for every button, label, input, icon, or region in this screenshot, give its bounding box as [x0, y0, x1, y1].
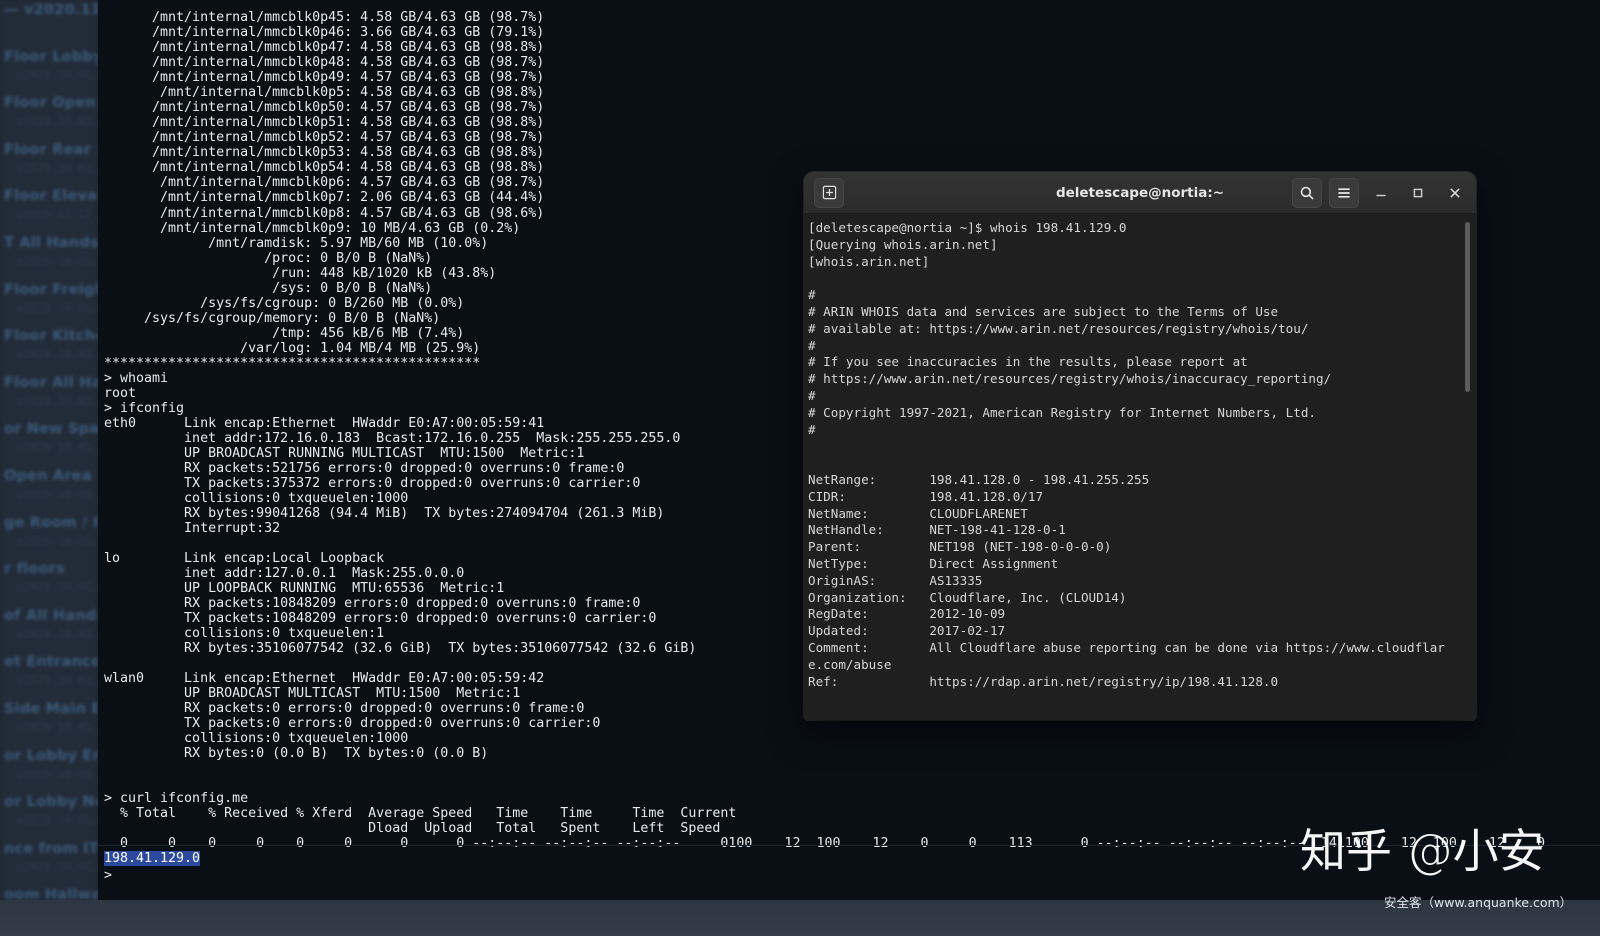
list-item-version: v2020.10.01.53 [16, 719, 98, 734]
search-icon[interactable] [1292, 177, 1322, 208]
list-item-title: r floors [4, 561, 65, 578]
list-item[interactable]: ge Room / IT Ro v2020.10.01.53 [0, 513, 98, 560]
list-item[interactable]: Open Area v2020.10.01.53 [0, 466, 98, 513]
gnome-terminal-output: [deletescape@nortia ~]$ whois 198.41.129… [808, 220, 1445, 689]
list-item-version: v2020.10.01.53 [16, 160, 98, 175]
list-item-title: nce from IT Hal [4, 840, 98, 857]
list-item-version: v2020.10.01.53 [16, 673, 98, 688]
list-item[interactable]: or New Space v2020.10.01.53 [0, 419, 98, 466]
list-item-version: v2020.12.17.642 [16, 207, 98, 222]
list-item[interactable]: Side Main Entra v2020.10.01.53 [0, 699, 98, 746]
list-item-version: v2020.10.01.53 [16, 393, 98, 408]
list-item-title: T All Hands [4, 234, 98, 251]
list-item[interactable]: et Entrance v2020.10.01.53 [0, 652, 98, 699]
list-item[interactable]: Floor Lobby Ent v2020.10.01.53 [0, 47, 98, 94]
list-item[interactable]: or Lobby New v2020.10.01.53 [0, 792, 98, 839]
list-item-version: v2020.10.01.53 [16, 253, 98, 268]
list-item[interactable]: Floor All Hands v2020.10.01.53 [0, 373, 98, 420]
list-item-title: Floor Open Are [4, 95, 98, 112]
background-bottom-strip [0, 900, 1600, 936]
list-item-title: Floor All Hands [4, 374, 98, 391]
list-item-version: v2020.10.01.53 [16, 114, 98, 129]
list-item[interactable]: r floors v2020.10.01.53 [0, 559, 98, 606]
list-item-version: v2020.10.01.53 [16, 580, 98, 595]
hamburger-menu-icon[interactable] [1329, 177, 1359, 208]
gnome-terminal-window[interactable]: deletescape@nortia:~ [deletescape@nortia… [804, 172, 1476, 720]
gnome-terminal-titlebar[interactable]: deletescape@nortia:~ [804, 172, 1476, 214]
list-item-version: v2020.10.01.53 [16, 813, 98, 828]
list-item-version: v2020.10.01.53 [16, 533, 98, 548]
list-item-version: v2020.10.01.53 [16, 486, 98, 501]
list-item-title: Floor Freight El [4, 281, 98, 298]
add-tab-icon[interactable] [814, 177, 844, 208]
list-item-title: or Lobby Entra [4, 747, 98, 764]
list-item[interactable]: Floor Kitchen v2020.10.01.53 [0, 326, 98, 373]
scrollbar-thumb[interactable] [1465, 222, 1470, 392]
list-item-title: Floor Rear Stai [4, 141, 98, 158]
list-item-title: ge Room / IT Ro [4, 514, 98, 531]
list-item[interactable]: Floor Open Are v2020.10.01.53 [0, 93, 98, 140]
list-item-version: v2020.10.01.53 [16, 626, 98, 641]
list-item-version: v2020.10.01.53 [16, 67, 98, 82]
list-item-version: v2020.10.01.53 [16, 766, 98, 781]
gnome-terminal-scrollbar[interactable] [1464, 217, 1471, 720]
list-item-title: Floor Elevator L [4, 188, 98, 205]
list-item[interactable]: or Lobby Entra v2020.10.01.53 [0, 746, 98, 793]
minimize-icon[interactable] [1366, 178, 1396, 208]
list-item-title: Floor Lobby Ent [4, 48, 98, 65]
list-item[interactable]: T All Hands v2020.10.01.53 [0, 233, 98, 280]
list-item-version: v2020.10.01.53 [16, 440, 98, 455]
zhihu-watermark: 知乎 @小安 [1300, 824, 1545, 878]
list-item-title: or Lobby New [4, 794, 98, 811]
anquanke-watermark: 安全客（www.anquanke.com） [1384, 895, 1573, 910]
list-item-title: oom Hallway [4, 887, 98, 900]
list-item-title: — v2020.11.20. [4, 2, 98, 18]
background-sidebar-list[interactable]: — v2020.11.20. Floor Lobby Ent v2020.10.01… [0, 0, 98, 900]
maximize-icon[interactable] [1403, 178, 1433, 208]
list-item[interactable]: nce from IT Hal v2020.10.01.53 [0, 839, 98, 886]
gnome-terminal-body[interactable]: [deletescape@nortia ~]$ whois 198.41.129… [804, 214, 1476, 720]
list-item[interactable]: oom Hallway(unknown) [0, 885, 98, 900]
list-item[interactable]: Floor Elevator L v2020.12.17.642 [0, 186, 98, 233]
list-item[interactable]: Floor Rear Stai v2020.10.01.53 [0, 140, 98, 187]
list-item-title: et Entrance [4, 654, 98, 671]
list-item-title: Side Main Entra [4, 700, 98, 717]
list-item[interactable]: Floor Freight El v2020.10.01.53 [0, 280, 98, 327]
list-item-version: v2020.10.01.53 [16, 300, 98, 315]
list-item[interactable]: of All Hands v2020.10.01.53 [0, 606, 98, 653]
list-item[interactable]: — v2020.11.20. [0, 0, 98, 47]
close-icon[interactable] [1440, 178, 1470, 208]
list-item-title: of All Hands [4, 607, 98, 624]
list-item-title: Open Area [4, 467, 92, 484]
list-item-title: Floor Kitchen [4, 328, 98, 345]
selected-ip-text[interactable]: 198.41.129.0 [104, 851, 201, 867]
list-item-version: v2020.10.01.53 [16, 347, 98, 362]
main-terminal-prompt[interactable]: > [104, 868, 120, 883]
list-item-version: v2020.10.01.53 [16, 859, 98, 874]
list-item-title: or New Space [4, 421, 98, 438]
